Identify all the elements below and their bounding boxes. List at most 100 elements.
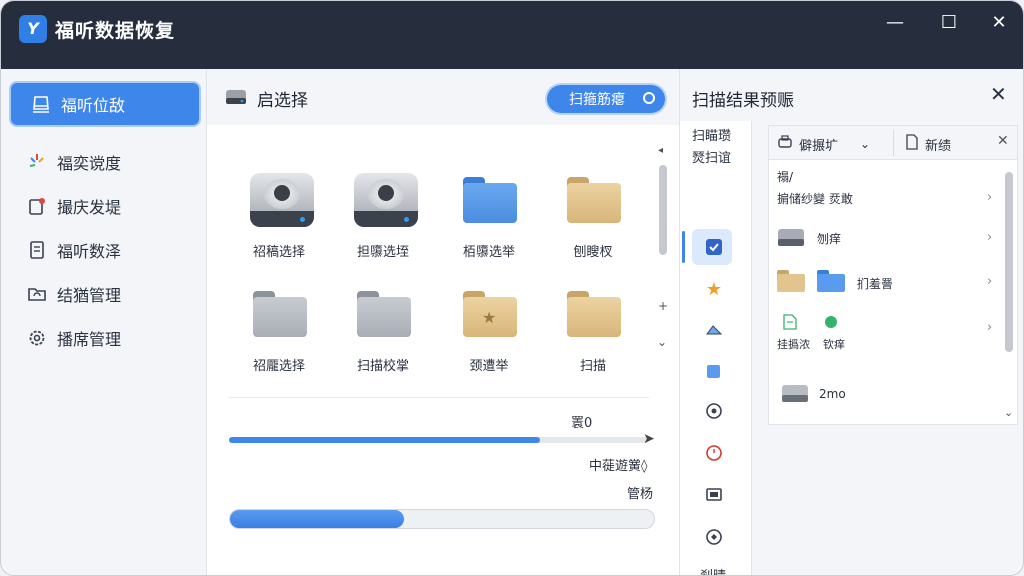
folder-icon [567, 177, 621, 223]
list-item-label: 钦痒 [823, 338, 845, 351]
sidebar-item-location[interactable]: 福听位敌 [11, 83, 199, 125]
scroll-down-icon[interactable]: ⌄ [657, 335, 667, 349]
tile-label: 栢隳选举 [462, 245, 515, 260]
active-tab-indicator [682, 231, 685, 263]
tile-label: 扫描校掌 [356, 359, 409, 374]
overall-progress-fill [230, 510, 404, 528]
folder-icon [817, 270, 845, 292]
favorite-folder-icon: ★ [463, 291, 517, 337]
file-alert-icon [25, 194, 49, 218]
monitor-icon[interactable] [702, 483, 726, 507]
list-item[interactable]: 扪羞罾 › [777, 270, 997, 298]
chevron-right-icon: › [987, 274, 993, 289]
list-item-label: 刎痒 [817, 232, 842, 246]
sidebar-item-label: 福听数泽 [57, 242, 122, 261]
list-item[interactable]: 挂撝浓 钦痒 › [777, 314, 997, 354]
chevron-right-icon: › [987, 320, 993, 335]
sidebar-item-settings[interactable]: 播席管理 [15, 319, 197, 357]
sidebar-item-label: 福奕谠度 [57, 154, 122, 173]
arrow-right-icon[interactable]: ➤ [643, 431, 655, 447]
clock-icon[interactable] [702, 441, 726, 465]
status-text: 中蓰遊黉◊ [589, 459, 648, 474]
star-icon[interactable]: ★ [702, 277, 726, 301]
app-title: 福听数据恢复 [55, 20, 176, 42]
folder-icon [463, 177, 517, 223]
sidebar-item-data[interactable]: 福听数泽 [15, 231, 197, 269]
path-line: 禢/ [777, 170, 794, 184]
chevron-right-icon: › [987, 190, 993, 205]
folder-icon [567, 291, 621, 337]
preview-tab-new[interactable]: 新绩 [905, 132, 985, 156]
tabs-footer: 刹晴 [700, 565, 726, 575]
sparkle-icon [25, 150, 49, 174]
tile-label: 刨瞍杈 [573, 245, 613, 260]
gear-icon [25, 326, 49, 350]
preview-panel-title: 扫描结果预赈 [692, 91, 794, 111]
location-panel: 启选择 扫箍筋瘪 祒稿选择 担隳选垤 栢隳选举 刨瞍杈 祒龎选择 扫描校掌 ★ … [207, 69, 679, 575]
printer-icon [777, 134, 793, 154]
title-bar: Y 福听数据恢复 — ☐ ✕ [1, 1, 1023, 69]
scan-progress-bar [229, 437, 649, 443]
tile-label: 祒龎选择 [252, 359, 305, 374]
chevron-down-icon[interactable]: ⌄ [860, 137, 870, 151]
scroll-add-icon[interactable]: + [658, 299, 668, 313]
folder-icon[interactable] [702, 359, 726, 383]
sidebar-item-deep-scan[interactable]: 福奕谠度 [15, 143, 197, 181]
scroll-up-icon[interactable]: ◂ [658, 145, 663, 156]
sidebar-item-label: 播席管理 [57, 330, 122, 349]
image-icon[interactable] [702, 317, 726, 341]
sidebar-item-recovery[interactable]: 撮庆发堤 [15, 187, 197, 225]
search-icon [643, 92, 655, 104]
preview-tab-label: 僻搌圹 [799, 138, 839, 154]
scroll-thumb[interactable] [1005, 172, 1013, 352]
preview-scrollbar[interactable]: ⌄ [1003, 162, 1015, 424]
tile-label: 扫描 [579, 359, 606, 374]
tabs-header-line2: 燹扫谊 [692, 151, 732, 166]
disc-icon[interactable] [702, 399, 726, 423]
minimize-button[interactable]: — [875, 9, 915, 37]
tabs-header-line1: 扫瞄瓒 [692, 129, 732, 144]
drive-icon [781, 382, 809, 404]
document-icon [25, 238, 49, 262]
folder-icon [777, 270, 805, 292]
sidebar-item-label: 福听位敌 [61, 96, 126, 115]
hard-drive-icon [250, 169, 314, 229]
folder-sync-icon [25, 282, 49, 306]
scroll-thumb[interactable] [659, 165, 667, 255]
scan-progress-fill [229, 437, 540, 443]
close-button[interactable]: ✕ [979, 9, 1019, 37]
preview-tab-label: 新绩 [925, 138, 952, 154]
list-item[interactable]: 掮储纱變 烎敢 › [777, 190, 997, 207]
scan-button-label: 扫箍筋瘪 [569, 92, 625, 108]
close-panel-icon[interactable]: ✕ [990, 82, 1007, 106]
sidebar-item-label: 撮庆发堤 [57, 198, 122, 217]
list-item[interactable]: 刎痒 › [777, 226, 997, 254]
tile-label: 颈遭举 [469, 359, 509, 374]
drive-icon [777, 226, 805, 248]
list-item-label: 掮储纱變 烎敢 [777, 192, 853, 206]
sidebar: 福听位敌 福奕谠度 撮庆发堤 福听数泽 结猶管理 播席管理 [1, 69, 207, 575]
logo-icon: Y [19, 15, 47, 43]
hard-drive-icon [354, 169, 418, 229]
scroll-down-icon[interactable]: ⌄ [1004, 406, 1013, 419]
close-tab-icon[interactable]: ✕ [997, 133, 1009, 149]
vertical-scrollbar[interactable]: ◂ + ⌄ [655, 141, 671, 351]
green-file-icon [825, 316, 837, 328]
scan-button[interactable]: 扫箍筋瘪 [547, 85, 665, 113]
checkbox-icon[interactable] [702, 235, 726, 259]
maximize-button[interactable]: ☐ [929, 9, 969, 37]
list-item[interactable]: 2mo [777, 382, 997, 410]
globe-icon[interactable] [702, 525, 726, 549]
sidebar-item-results[interactable]: 结猶管理 [15, 275, 197, 313]
status-text-secondary: 管杨 [627, 487, 654, 502]
tile-label: 祒稿选择 [252, 245, 305, 260]
location-header: 启选择 扫箍筋瘪 [207, 69, 679, 125]
list-item-label: 挂撝浓 [777, 338, 810, 351]
folder-icon [357, 291, 411, 337]
spreadsheet-icon [783, 314, 797, 333]
folder-icon [253, 291, 307, 337]
chevron-right-icon: › [987, 230, 993, 245]
preview-tab-active[interactable]: 僻搌圹 ⌄ [777, 132, 887, 156]
divider [229, 397, 649, 398]
preview-tabs: 僻搌圹 ⌄ 新绩 ✕ [769, 126, 1017, 160]
